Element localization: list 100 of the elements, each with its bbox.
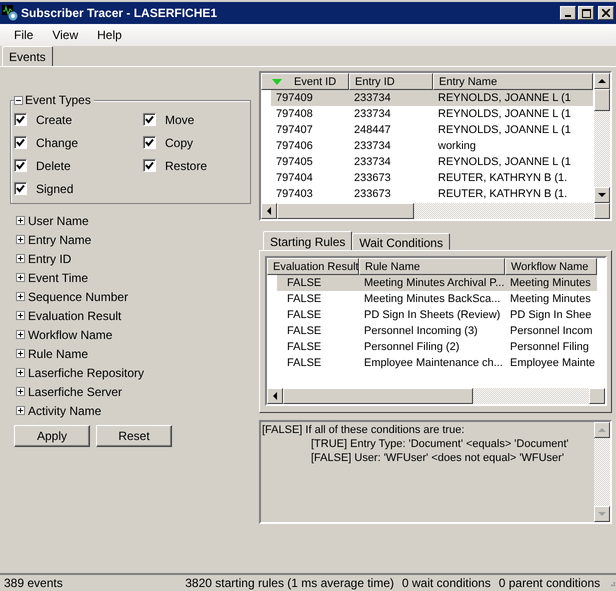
table-row[interactable]: FALSE Personnel Incoming (3) Personnel Incom [277,323,597,339]
checkbox[interactable] [14,182,27,195]
expand-icon[interactable] [16,330,25,339]
window-title: Subscriber Tracer - LASERFICHE1 [21,6,218,20]
table-cell-text: FALSE [286,357,322,369]
button[interactable]: Reset [96,425,172,447]
horizontal-scrollbar[interactable] [267,388,605,404]
table-row[interactable]: FALSE Meeting Minutes BackSca... Meeting Minutes [277,291,597,307]
maximize-button[interactable] [578,6,594,20]
filter-label: Laserfiche Server [28,384,122,398]
table-cell-text: Personnel Incoming (3) [363,325,479,337]
table-cell-text: Personnel Incom [509,325,594,337]
checkbox-label[interactable]: Create [36,112,72,126]
checkbox[interactable] [143,159,156,172]
expand-icon[interactable] [16,406,25,415]
table-cell-text: 797408 [275,108,314,120]
tab[interactable]: Events [2,46,53,66]
expand-icon[interactable] [16,254,25,263]
checkbox-label[interactable]: Delete [36,158,71,172]
checkbox[interactable] [14,159,27,172]
expand-icon[interactable] [16,292,25,301]
table-cell-text: PD Sign In Sheets (Review) [363,309,502,321]
horizontal-scrollbar[interactable] [261,203,610,219]
minimize-button[interactable] [560,6,576,20]
table-cell-text: 233734 [353,140,392,152]
column-header[interactable]: Entry Name [433,73,593,90]
filter-label: Rule Name [28,346,88,360]
column-header[interactable]: Rule Name [359,258,505,275]
checkbox-label[interactable]: Move [165,112,194,126]
checkbox-label[interactable]: Signed [36,182,74,196]
checkbox-label[interactable]: Change [36,136,78,150]
table-cell-text: FALSE [286,277,322,289]
menu-item[interactable]: File [8,28,42,42]
menu-item[interactable]: Help [91,28,131,42]
table-cell-text: 233734 [353,92,392,104]
checkbox[interactable] [143,113,156,126]
column-header[interactable]: Entry ID [349,73,433,90]
table-cell-text: 797403 [275,188,314,200]
table-row[interactable]: FALSE Employee Maintenance ch... Employee Mainte [277,355,597,371]
button[interactable]: Apply [14,425,90,447]
group-label: Event Types [25,93,91,107]
table-cell-text: 797406 [275,140,314,152]
checkbox[interactable] [14,113,27,126]
expand-icon[interactable] [16,349,25,358]
filter-label: User Name [28,214,89,228]
filter-label: Workflow Name [28,328,112,342]
table-row[interactable]: 797404 233673 REUTER, KATHRYN B (1. [271,170,593,186]
table-row[interactable]: FALSE PD Sign In Sheets (Review) PD Sign In Shee [277,307,597,323]
table-cell-text: REUTER, KATHRYN B (1. [437,188,568,200]
vertical-scrollbar[interactable] [594,422,610,522]
table-cell-text: REYNOLDS, JOANNE L (1 [437,92,572,104]
checkbox[interactable] [143,136,156,149]
table-cell-text: FALSE [286,325,322,337]
app-icon [2,5,18,21]
filter-label: Laserfiche Repository [28,366,144,380]
table-cell-text: 797407 [275,124,314,136]
table-cell-text: FALSE [286,309,322,321]
table-cell-text: working [437,140,477,152]
filter-label: Activity Name [28,404,102,418]
expand-icon[interactable] [16,368,25,377]
tab[interactable]: Wait Conditions [352,233,450,250]
vertical-scrollbar[interactable] [594,73,610,203]
table-row[interactable]: 797405 233734 REYNOLDS, JOANNE L (1 [271,154,593,170]
expand-icon[interactable] [16,273,25,282]
table-row[interactable]: 797409 233734 REYNOLDS, JOANNE L (1 [271,90,593,106]
table-row[interactable]: 797407 248447 REYNOLDS, JOANNE L (1 [271,122,593,138]
table-cell-text: 233734 [353,108,392,120]
table-cell-text: PD Sign In Shee [509,309,592,321]
table-cell-text: Personnel Filing (2) [363,341,460,353]
expand-icon[interactable] [16,235,25,244]
checkbox-label[interactable]: Copy [165,136,194,150]
tab[interactable]: Starting Rules [263,231,352,250]
checkbox-label[interactable]: Restore [165,158,208,172]
column-header[interactable]: Event ID [261,73,349,90]
conditions-textbox[interactable]: [FALSE] If all of these conditions are true: [TRUE] Entry Type: 'Document' <equals> 'Document' [FALSE] User: 'WFUser' <does not equal> 'WFUser' [259,420,612,524]
table-cell-text: FALSE [286,293,322,305]
table-cell-text: 797404 [275,172,314,184]
table-cell-text: REYNOLDS, JOANNE L (1 [437,124,572,136]
column-header[interactable]: Workflow Name [505,258,597,275]
collapse-icon[interactable] [14,96,23,104]
table-row[interactable]: FALSE Personnel Filing (2) Personnel Filing [277,339,597,355]
table-cell-text: 797409 [275,92,314,104]
status-text: 389 events [4,576,64,590]
expand-icon[interactable] [16,216,25,225]
checkbox[interactable] [14,136,27,149]
table-cell-text: FALSE [286,341,322,353]
table-cell-text: 797405 [275,156,314,168]
table-cell-text: REYNOLDS, JOANNE L (1 [437,108,572,120]
table-row[interactable]: 797408 233734 REYNOLDS, JOANNE L (1 [271,106,593,122]
filter-label: Sequence Number [28,290,128,304]
expand-icon[interactable] [16,387,25,396]
table-row[interactable]: 797406 233734 working [271,138,593,154]
table-row[interactable]: FALSE Meeting Minutes Archival P... Meeting Minutes [277,275,597,291]
menu-item[interactable]: View [46,28,88,42]
table-row[interactable]: 797403 233673 REUTER, KATHRYN B (1. [271,186,593,202]
expand-icon[interactable] [16,311,25,320]
table-cell-text: Employee Maintenance ch... [363,357,504,369]
close-button[interactable] [598,6,614,20]
table-cell-text: 233734 [353,156,392,168]
table-cell-text: REUTER, KATHRYN B (1. [437,172,568,184]
